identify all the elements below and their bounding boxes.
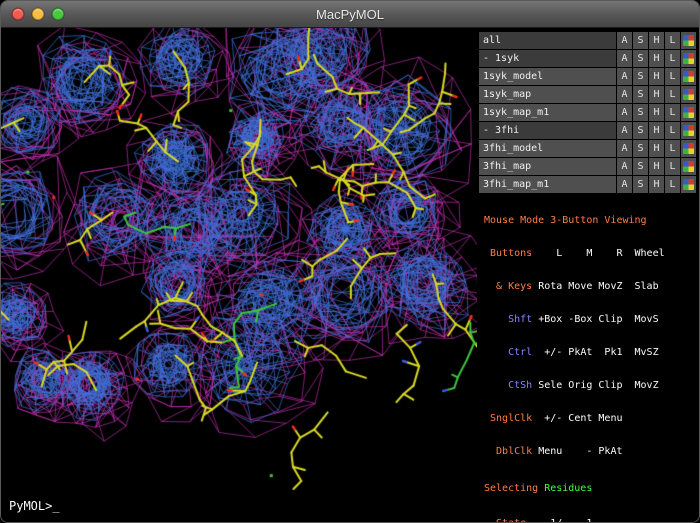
label-button[interactable]: L	[665, 104, 680, 121]
color-swatch-icon	[683, 107, 694, 118]
hide-button[interactable]: H	[649, 32, 664, 49]
color-swatch-icon	[683, 143, 694, 154]
show-button[interactable]: S	[633, 158, 648, 175]
color-swatch-icon	[683, 179, 694, 190]
hide-button[interactable]: H	[649, 50, 664, 67]
label-button[interactable]: L	[665, 86, 680, 103]
object-name[interactable]: 3fhi_model	[479, 140, 616, 157]
hide-button[interactable]: H	[649, 104, 664, 121]
hide-button[interactable]: H	[649, 122, 664, 139]
hide-button[interactable]: H	[649, 68, 664, 85]
action-button[interactable]: A	[617, 176, 632, 193]
action-button[interactable]: A	[617, 104, 632, 121]
object-name[interactable]: 3fhi_map_m1	[479, 176, 616, 193]
show-button[interactable]: S	[633, 86, 648, 103]
hide-button[interactable]: H	[649, 158, 664, 175]
color-button[interactable]	[681, 50, 696, 67]
color-button[interactable]	[681, 104, 696, 121]
object-name[interactable]: 1syk_model	[479, 68, 616, 85]
side-panel: all A S H L - 1syk A S H L 1syk_model	[477, 28, 699, 522]
color-swatch-icon	[683, 53, 694, 64]
selecting-row[interactable]: SelectingResidues	[484, 483, 696, 494]
viewport[interactable]: PyMOL>_	[1, 28, 477, 522]
show-button[interactable]: S	[633, 68, 648, 85]
traffic-lights	[1, 8, 64, 20]
color-button[interactable]	[681, 158, 696, 175]
show-button[interactable]: S	[633, 104, 648, 121]
mouse-row-dblclk: DblClk Menu - PkAt	[484, 446, 696, 457]
color-button[interactable]	[681, 176, 696, 193]
object-name[interactable]: all	[479, 32, 616, 49]
color-button[interactable]	[681, 86, 696, 103]
state-row: State 1/ 1	[484, 518, 696, 523]
show-button[interactable]: S	[633, 176, 648, 193]
hide-button[interactable]: H	[649, 140, 664, 157]
mouse-row-keys: & Keys Rota Move MovZ Slab	[484, 281, 696, 292]
object-name[interactable]: 3fhi_map	[479, 158, 616, 175]
label-button[interactable]: L	[665, 140, 680, 157]
action-button[interactable]: A	[617, 140, 632, 157]
color-swatch-icon	[683, 89, 694, 100]
mouse-row-ctsh: CtSh Sele Orig Clip MovZ	[484, 380, 696, 391]
object-row: 1syk_map A S H L	[479, 86, 696, 103]
object-name[interactable]: - 1syk	[479, 50, 616, 67]
object-name[interactable]: - 3fhi	[479, 122, 616, 139]
object-list: all A S H L - 1syk A S H L 1syk_model	[479, 32, 696, 193]
main-content: PyMOL>_ all A S H L - 1syk A S H L	[1, 28, 699, 522]
label-button[interactable]: L	[665, 50, 680, 67]
action-button[interactable]: A	[617, 50, 632, 67]
color-button[interactable]	[681, 140, 696, 157]
color-button[interactable]	[681, 32, 696, 49]
window-title: MacPyMOL	[1, 7, 699, 22]
mouse-panel: Mouse Mode 3-Button Viewing Buttons L M …	[479, 193, 696, 523]
close-button[interactable]	[12, 8, 24, 20]
color-swatch-icon	[683, 35, 694, 46]
object-row: 1syk_model A S H L	[479, 68, 696, 85]
action-button[interactable]: A	[617, 32, 632, 49]
minimize-button[interactable]	[32, 8, 44, 20]
object-row: - 3fhi A S H L	[479, 122, 696, 139]
zoom-button[interactable]	[52, 8, 64, 20]
action-button[interactable]: A	[617, 122, 632, 139]
show-button[interactable]: S	[633, 140, 648, 157]
macpymol-window: MacPyMOL PyMOL>_ all A S H L - 1syk A	[0, 0, 700, 523]
show-button[interactable]: S	[633, 122, 648, 139]
titlebar[interactable]: MacPyMOL	[1, 1, 699, 28]
label-button[interactable]: L	[665, 32, 680, 49]
hide-button[interactable]: H	[649, 86, 664, 103]
object-row: 3fhi_map_m1 A S H L	[479, 176, 696, 193]
object-row: 1syk_map_m1 A S H L	[479, 104, 696, 121]
object-row: - 1syk A S H L	[479, 50, 696, 67]
show-button[interactable]: S	[633, 32, 648, 49]
color-swatch-icon	[683, 125, 694, 136]
label-button[interactable]: L	[665, 122, 680, 139]
action-button[interactable]: A	[617, 158, 632, 175]
object-row: 3fhi_model A S H L	[479, 140, 696, 157]
mouse-row-snglclk: SnglClk +/- Cent Menu	[484, 413, 696, 424]
hide-button[interactable]: H	[649, 176, 664, 193]
mouse-row-buttons: Buttons L M R Wheel	[484, 248, 696, 259]
object-row: 3fhi_map A S H L	[479, 158, 696, 175]
mouse-row-ctrl: Ctrl +/- PkAt Pk1 MvSZ	[484, 347, 696, 358]
object-name[interactable]: 1syk_map	[479, 86, 616, 103]
label-button[interactable]: L	[665, 158, 680, 175]
action-button[interactable]: A	[617, 68, 632, 85]
color-swatch-icon	[683, 161, 694, 172]
color-button[interactable]	[681, 122, 696, 139]
mouse-mode-title[interactable]: Mouse Mode 3-Button Viewing	[484, 215, 696, 226]
command-prompt[interactable]: PyMOL>_	[9, 499, 60, 513]
object-row: all A S H L	[479, 32, 696, 49]
molecule-canvas[interactable]	[1, 28, 477, 522]
object-name[interactable]: 1syk_map_m1	[479, 104, 616, 121]
label-button[interactable]: L	[665, 176, 680, 193]
label-button[interactable]: L	[665, 68, 680, 85]
color-button[interactable]	[681, 68, 696, 85]
show-button[interactable]: S	[633, 50, 648, 67]
color-swatch-icon	[683, 71, 694, 82]
action-button[interactable]: A	[617, 86, 632, 103]
mouse-row-shift: Shft +Box -Box Clip MovS	[484, 314, 696, 325]
